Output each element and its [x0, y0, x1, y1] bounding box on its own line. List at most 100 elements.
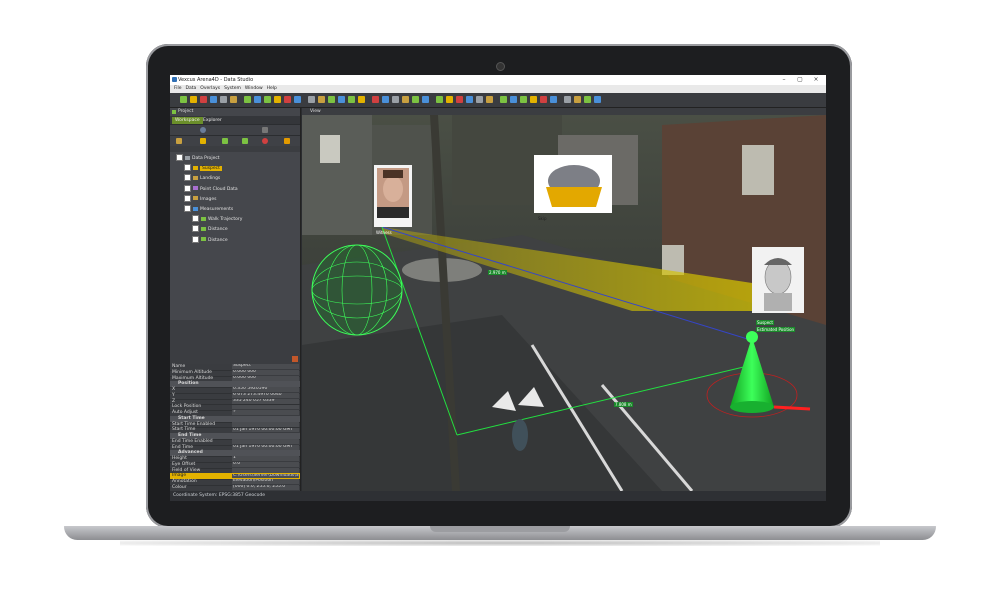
toolbar-chart-icon[interactable]	[530, 96, 537, 103]
property-value[interactable]	[232, 439, 299, 444]
tab-explorer[interactable]: Explorer	[200, 117, 225, 124]
toolbar-line-icon[interactable]	[372, 96, 379, 103]
toolbar-open-icon[interactable]	[190, 96, 197, 103]
toolbar-globe-icon[interactable]	[412, 96, 419, 103]
tree-checkbox[interactable]	[176, 154, 183, 161]
tree-checkbox[interactable]	[184, 174, 191, 182]
3d-view[interactable]: View Witness Skip Suspect Estimated Posi…	[302, 108, 826, 491]
toolbar-print-icon[interactable]	[264, 96, 271, 103]
tab-workspace[interactable]: Workspace	[172, 117, 203, 124]
close-button[interactable]: ×	[810, 76, 822, 84]
toolbar-window-icon[interactable]	[594, 96, 601, 103]
menu-system[interactable]: System	[224, 85, 241, 93]
toolbar-lock-icon[interactable]	[550, 96, 557, 103]
menu-window[interactable]: Window	[245, 85, 263, 93]
toolbar-record-icon[interactable]	[476, 96, 483, 103]
toolbar-point-icon[interactable]	[358, 96, 365, 103]
globe-icon[interactable]	[200, 127, 206, 133]
property-value[interactable]: C:\Users\Server\Downloads\Susp	[232, 473, 299, 479]
toolbar-zoom-icon[interactable]	[274, 96, 281, 103]
toolbar-pan-icon[interactable]	[318, 96, 325, 103]
toolbar-redo-icon[interactable]	[220, 96, 227, 103]
property-value[interactable]: 1	[232, 456, 299, 462]
property-value[interactable]	[232, 404, 299, 410]
toolbar-import-icon[interactable]	[520, 96, 527, 103]
toolbar-undo-icon[interactable]	[210, 96, 217, 103]
toolbar-save-icon[interactable]	[200, 96, 207, 103]
tree-checkbox[interactable]	[192, 215, 199, 223]
search-icon[interactable]	[242, 138, 248, 144]
toolbar-sync-icon[interactable]	[540, 96, 547, 103]
toolbar-grid-icon[interactable]	[436, 96, 443, 103]
tree-checkbox[interactable]	[184, 164, 191, 172]
settings-icon[interactable]	[284, 138, 290, 144]
tree-item[interactable]: Measurements	[184, 205, 233, 214]
property-value[interactable]: 0.0	[232, 462, 299, 467]
toolbar-layout-icon[interactable]	[584, 96, 591, 103]
witness-sphere[interactable]	[311, 244, 403, 336]
property-value[interactable]: [000] 0.0, 255.0, 255.0	[232, 485, 299, 490]
property-value[interactable]: ✓	[232, 410, 299, 416]
tree-checkbox[interactable]	[192, 235, 199, 243]
add-layer-icon[interactable]	[200, 138, 206, 144]
skip-photo[interactable]	[534, 155, 612, 213]
menu-help[interactable]: Help	[267, 85, 277, 93]
tree-item[interactable]: Suspect	[184, 164, 222, 173]
toolbar-user-icon[interactable]	[564, 96, 571, 103]
property-value[interactable]: Elevation/Position	[232, 479, 299, 485]
toolbar-photo-icon[interactable]	[402, 96, 409, 103]
tree-item[interactable]: Distance	[192, 235, 228, 245]
property-value[interactable]	[232, 421, 299, 427]
tree-item[interactable]: Point Cloud Data	[184, 184, 238, 194]
property-value[interactable]: 0.350 5920590	[232, 387, 299, 393]
toolbar-light-icon[interactable]	[446, 96, 453, 103]
folder-icon[interactable]	[176, 138, 182, 144]
toolbar-cut-icon[interactable]	[230, 96, 237, 103]
point-cloud-scene[interactable]	[302, 115, 826, 491]
toolbar-layer-icon[interactable]	[284, 96, 291, 103]
tree-item[interactable]: Distance	[192, 225, 228, 234]
menu-overlays[interactable]: Overlays	[200, 85, 220, 93]
property-value[interactable]: 01 Jan 1970 00:00:00 GMT	[232, 427, 299, 433]
toolbar-help-icon[interactable]	[574, 96, 581, 103]
tree-item[interactable]: Walk Trajectory	[192, 215, 242, 224]
tree-checkbox[interactable]	[184, 194, 191, 202]
toolbar-clock-icon[interactable]	[486, 96, 493, 103]
toolbar-tag-icon[interactable]	[392, 96, 399, 103]
toolbar-ruler-icon[interactable]	[348, 96, 355, 103]
maximize-button[interactable]: ▢	[794, 76, 806, 84]
tree-checkbox[interactable]	[192, 225, 199, 233]
pin-icon[interactable]	[222, 138, 228, 144]
menu-file[interactable]: File	[174, 85, 182, 93]
witness-photo[interactable]	[374, 165, 412, 227]
tree-item[interactable]: Landings	[184, 174, 220, 183]
property-value[interactable]: Suspect	[232, 364, 299, 370]
toolbar-filter-icon[interactable]	[422, 96, 429, 103]
tree-item[interactable]: Images	[184, 194, 216, 204]
toolbar-measure-icon[interactable]	[308, 96, 315, 103]
lock-icon[interactable]	[262, 127, 268, 133]
toolbar-camera-icon[interactable]	[294, 96, 301, 103]
property-value[interactable]: 0.000 000	[232, 375, 299, 381]
toolbar-play-icon[interactable]	[456, 96, 463, 103]
delete-icon[interactable]	[262, 138, 268, 144]
toolbar-new-icon[interactable]	[180, 96, 187, 103]
toolbar-copy-icon[interactable]	[244, 96, 251, 103]
toolbar-select-icon[interactable]	[338, 96, 345, 103]
toolbar-cloud-icon[interactable]	[500, 96, 507, 103]
menu-data[interactable]: Data	[186, 85, 197, 93]
property-value[interactable]: 335 240 057 6339	[232, 398, 299, 404]
property-value[interactable]: 0.000 000	[232, 370, 299, 375]
tree-checkbox[interactable]	[184, 184, 191, 192]
property-value[interactable]: 6 673 273.4970 0040	[232, 393, 299, 398]
minimize-button[interactable]: –	[778, 76, 790, 84]
toolbar-paste-icon[interactable]	[254, 96, 261, 103]
property-value[interactable]	[232, 467, 299, 473]
toolbar-stop-icon[interactable]	[466, 96, 473, 103]
toolbar-polygon-icon[interactable]	[382, 96, 389, 103]
toolbar-export-icon[interactable]	[510, 96, 517, 103]
suspect-sketch[interactable]	[752, 247, 804, 313]
tree-checkbox[interactable]	[184, 205, 191, 212]
tree-item[interactable]: Data Project	[176, 154, 220, 163]
property-value[interactable]: 01 Jan 1970 00:00:00 GMT	[232, 444, 299, 450]
